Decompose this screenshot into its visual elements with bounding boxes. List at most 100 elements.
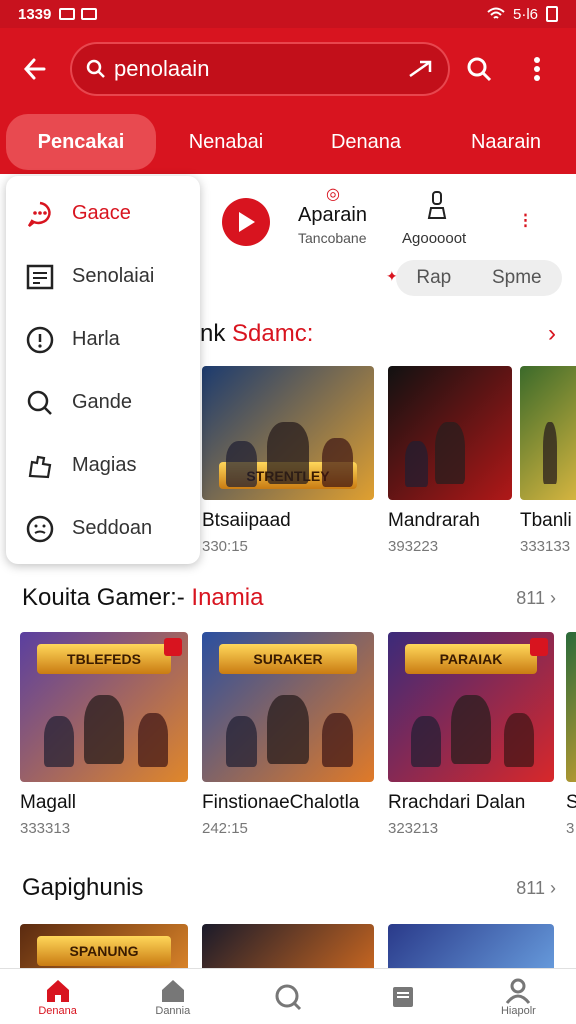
tab-bar: Pencakai Nenabai Denana Naarain <box>0 110 576 174</box>
menu-item-6[interactable]: Seddoan <box>6 497 200 560</box>
quick-primary-sub: Tancobane <box>298 230 367 246</box>
game-card[interactable]: SURAKER FinstionaeChalotla 242:15 <box>202 632 374 837</box>
character-art <box>435 422 465 484</box>
character-art <box>411 716 442 767</box>
search-icon <box>26 389 54 417</box>
game-card[interactable]: TBLEFEDS Magall 333313 <box>20 632 188 837</box>
chip-1[interactable]: Rap <box>416 267 451 289</box>
menu-item-1[interactable]: Gaace <box>6 182 200 245</box>
nav-label: Dannia <box>155 1004 191 1017</box>
game-thumbnail: SURAKER <box>202 632 374 782</box>
app-bar <box>0 28 576 110</box>
mail-icon <box>59 8 76 20</box>
tab-2[interactable]: Nenabai <box>156 110 296 174</box>
game-card[interactable]: S 3 <box>566 632 576 837</box>
game-title: Magall <box>20 792 76 813</box>
back-arrow-icon <box>23 58 46 80</box>
menu-item-5[interactable]: Magias <box>6 434 200 497</box>
search-button[interactable] <box>450 28 508 110</box>
more-button[interactable] <box>508 28 566 110</box>
profile-icon <box>506 978 531 1004</box>
arrow-icon[interactable] <box>408 58 434 80</box>
status-time: 1339 <box>18 5 52 23</box>
game-thumbnail: SPANUNG <box>20 924 188 968</box>
nav-label: Hiapolr <box>500 1004 536 1017</box>
game-meta: 330:15 <box>202 538 248 555</box>
nav-item-search[interactable] <box>230 969 345 1024</box>
section-title-red: Sdamc: <box>232 320 314 347</box>
chevron-right-icon[interactable]: › <box>548 320 556 348</box>
character-art <box>267 695 309 764</box>
game-meta: 3 <box>566 820 575 837</box>
character-art <box>226 716 258 767</box>
section-title: Kouita Gamer:- Inamia <box>22 584 263 612</box>
wifi-icon <box>487 7 505 19</box>
menu-item-4[interactable]: Gande <box>6 371 200 434</box>
character-art <box>226 441 258 487</box>
nav-item-profile[interactable]: Hiapolr <box>461 969 576 1024</box>
game-thumbnail: STRENTLEY <box>202 366 374 500</box>
game-card[interactable]: Tbanli 333133 <box>520 366 576 555</box>
search-icon <box>275 984 302 1010</box>
game-logo: PARAIAK <box>404 644 538 674</box>
quick-primary-title[interactable]: Aparain <box>298 204 367 227</box>
chevron-right-icon: › <box>550 878 556 898</box>
more-icon[interactable]: ⁝ <box>522 208 529 234</box>
status-right-text: 5·l6 <box>512 5 538 23</box>
game-card[interactable]: PARAIAK Rrachdari Dalan 323213 <box>388 632 554 837</box>
bottom-nav: Denana Dannia Hiapolr <box>0 968 576 1024</box>
game-meta: 333133 <box>520 538 571 555</box>
play-icon <box>239 212 255 232</box>
see-more[interactable]: 811 › <box>516 878 556 899</box>
battery-icon <box>546 6 558 22</box>
game-card[interactable] <box>202 924 374 968</box>
character-art <box>451 695 491 764</box>
game-meta: 323213 <box>388 820 439 837</box>
chip-2[interactable]: Spme <box>492 267 542 289</box>
notification-icon <box>81 8 98 20</box>
badge-icon <box>164 638 182 656</box>
search-input[interactable] <box>114 56 408 82</box>
search-bar[interactable] <box>70 42 450 96</box>
game-title: Btsaiipaad <box>202 510 291 531</box>
game-thumbnail <box>388 924 554 968</box>
house-icon <box>161 979 184 1002</box>
character-art <box>504 713 535 767</box>
quick-row: ◎ Aparain Tancobane Agooooot ⁝ ✦ Rap Spm… <box>200 178 576 298</box>
section-title: nk Sdamc: <box>200 320 313 348</box>
back-button[interactable] <box>0 28 70 110</box>
game-card[interactable]: SPANUNG <box>20 924 188 968</box>
tab-1[interactable]: Pencakai <box>6 114 156 170</box>
character-art <box>405 441 428 487</box>
menu-item-2[interactable]: Senolaiai <box>6 245 200 308</box>
quick-secondary-label[interactable]: Agooooot <box>402 230 466 247</box>
puzzle-icon <box>26 452 54 480</box>
nav-label: Denana <box>38 1004 77 1017</box>
game-card[interactable]: STRENTLEY Btsaiipaad 330:15 <box>202 366 374 555</box>
game-logo: TBLEFEDS <box>36 644 172 674</box>
game-card[interactable] <box>388 924 554 968</box>
game-title: Tbanli <box>520 510 572 531</box>
menu-item-3[interactable]: Harla <box>6 308 200 371</box>
nav-item-home[interactable]: Denana <box>0 969 115 1024</box>
game-thumbnail <box>520 366 576 500</box>
tab-3[interactable]: Denana <box>296 110 436 174</box>
dropdown-menu: Gaace Senolaiai Harla Gande Magias Seddo… <box>6 176 200 564</box>
home-icon <box>46 979 69 1002</box>
character-art <box>137 713 168 767</box>
tab-4[interactable]: Naarain <box>436 110 576 174</box>
game-title: FinstionaeChalotla <box>202 792 360 813</box>
game-logo: SURAKER <box>219 644 357 674</box>
nav-item-inbox[interactable] <box>346 969 461 1024</box>
character-art <box>83 695 125 764</box>
game-card[interactable]: Mandrarah 393223 <box>388 366 512 555</box>
badge-icon <box>530 638 548 656</box>
nav-item-house[interactable]: Dannia <box>115 969 230 1024</box>
game-meta: 242:15 <box>202 820 248 837</box>
menu-item-label: Seddoan <box>72 517 153 539</box>
inbox-icon <box>393 986 414 1007</box>
see-more[interactable]: 811 › <box>516 588 556 609</box>
status-bar: 1339 5·l6 <box>0 0 576 28</box>
menu-item-label: Gaace <box>72 202 131 224</box>
play-button[interactable] <box>222 198 270 246</box>
